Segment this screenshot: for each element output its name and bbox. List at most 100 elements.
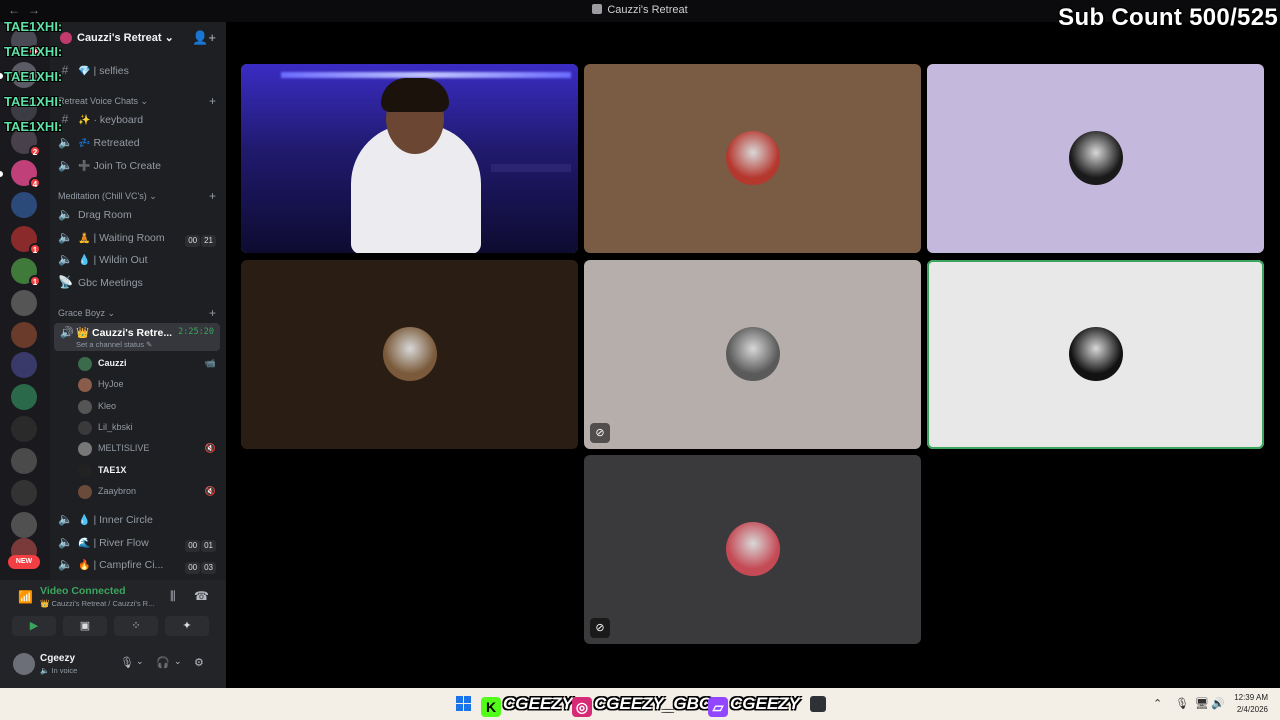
channel-waiting-room[interactable]: 🔈 🧘 | Waiting Room 00 21 <box>56 227 220 247</box>
server-icon[interactable]: 1 <box>11 258 41 287</box>
voice-member[interactable]: TAE1X <box>76 461 216 481</box>
user-status: 🔈 In voice <box>40 666 78 675</box>
video-tile[interactable] <box>927 64 1264 253</box>
username[interactable]: Cgeezy <box>40 653 75 664</box>
server-icon[interactable] <box>11 290 37 316</box>
channel-join-to-create[interactable]: 🔈 ➕ Join To Create <box>56 155 220 175</box>
server-icon[interactable] <box>11 384 37 410</box>
chevron-up-icon[interactable]: ⌃ <box>1153 697 1162 710</box>
active-channel-name: 👑 Cauzzi's Retre... <box>76 327 173 339</box>
mention-badge: 1 <box>29 243 41 255</box>
channel-emoji-icon: 💧 <box>78 515 91 526</box>
unread-pill <box>0 171 3 177</box>
video-tile[interactable] <box>584 64 921 253</box>
twitch-logo-icon: ▱ <box>708 697 728 717</box>
microphone-icon[interactable]: 🎙 <box>1175 697 1189 710</box>
volume-icon[interactable]: 🔊 <box>1211 697 1225 710</box>
avatar <box>78 463 92 478</box>
disconnect-icon[interactable]: ☎ <box>194 589 209 603</box>
screen-share-button[interactable]: ▣ <box>63 616 107 636</box>
voice-channel-icon: 🔈 <box>58 230 73 244</box>
video-tile[interactable]: ⊘ <box>584 455 921 644</box>
add-channel-icon[interactable]: + <box>209 94 216 108</box>
camera-off-icon: ⊘ <box>590 618 610 638</box>
video-tile[interactable]: ⊘ <box>584 260 921 449</box>
video-camera-icon: 📹 <box>204 358 216 368</box>
voice-member[interactable]: HyJoe <box>76 375 216 395</box>
network-icon[interactable]: 🖥 <box>1195 697 1209 710</box>
muted-icon: 🔇 <box>204 485 216 496</box>
signal-icon[interactable]: 📶 <box>18 590 33 604</box>
video-tile-camera[interactable] <box>241 64 578 253</box>
channel-drag-room[interactable]: 🔈 Drag Room <box>56 204 220 224</box>
windows-start-icon[interactable] <box>456 696 471 711</box>
channel-status[interactable]: Set a channel status ✎ <box>76 340 152 349</box>
camera-button[interactable]: ▶ <box>12 616 56 636</box>
microphone-icon[interactable]: 🎙 <box>120 656 134 669</box>
category-grace-boyz[interactable]: Grace Boyz ⌄ + <box>58 306 218 320</box>
server-icon[interactable]: 1 <box>11 226 41 255</box>
activities-button[interactable]: ⁘ <box>114 616 158 636</box>
server-icon[interactable]: 4 <box>11 160 41 189</box>
video-tile[interactable] <box>241 260 578 449</box>
voice-channel-icon: 🔈 <box>58 512 73 526</box>
server-header[interactable]: Cauzzi's Retreat ⌄ 👤+ <box>50 26 226 50</box>
avatar[interactable] <box>13 653 35 675</box>
channel-emoji-icon: ✨ <box>78 115 91 126</box>
channel-retreated[interactable]: 🔈 💤 Retreated <box>56 132 220 152</box>
headphones-icon[interactable]: 🎧 <box>156 656 170 669</box>
add-channel-icon[interactable]: + <box>209 189 216 203</box>
channel-keyboard[interactable]: # ✨ · keyboard <box>56 109 220 129</box>
add-channel-icon[interactable]: + <box>209 306 216 320</box>
settings-gear-icon[interactable]: ⚙ <box>194 656 204 669</box>
participant-avatar <box>383 327 437 381</box>
category-meditation[interactable]: Meditation (Chill VC's) ⌄ + <box>58 189 218 203</box>
channel-emoji-icon: ➕ <box>78 161 91 172</box>
taskbar: K CGEEZY ◎ CGEEZY_GBC ▱ CGEEZY ⌃ 🎙 🖥 🔊 12:3… <box>0 688 1280 720</box>
invite-people-icon[interactable]: 👤+ <box>192 30 216 46</box>
server-icon[interactable] <box>11 480 37 506</box>
twitch-handle: ▱ CGEEZY <box>708 692 800 717</box>
soundboard-button[interactable]: ✦ <box>165 616 209 636</box>
voice-status[interactable]: Video Connected <box>40 585 126 597</box>
voice-member[interactable]: Kleo <box>76 397 216 417</box>
server-icon[interactable] <box>11 192 37 218</box>
instagram-handle: ◎ CGEEZY_GBC <box>572 692 711 717</box>
channel-inner-circle[interactable]: 🔈 💧 | Inner Circle <box>56 509 220 529</box>
voice-member[interactable]: Lil_kbski <box>76 418 216 438</box>
channel-sidebar: Cauzzi's Retreat ⌄ 👤+ # 💎 | selfies Retrea… <box>50 22 226 580</box>
channel-gbc-meetings[interactable]: 📡 Gbc Meetings <box>56 272 220 292</box>
channel-campfire[interactable]: 🔈 🔥 | Campfire Ci... 00 03 <box>56 554 220 574</box>
channel-selfies[interactable]: # 💎 | selfies <box>56 60 220 80</box>
system-clock[interactable]: 12:39 AM 2/4/2026 <box>1234 692 1268 716</box>
server-icon[interactable] <box>11 322 37 348</box>
chat-overlay-tag: TAE1XHI: <box>4 69 63 84</box>
channel-river-flow[interactable]: 🔈 🌊 | River Flow 00 01 <box>56 532 220 552</box>
server-icon[interactable] <box>11 512 37 538</box>
category-retreat[interactable]: Retreat Voice Chats ⌄ + <box>58 94 218 108</box>
channel-emoji-icon: 💧 <box>78 255 91 266</box>
video-tile[interactable] <box>927 260 1264 449</box>
taskbar-app-icon[interactable] <box>810 696 826 712</box>
chevron-down-icon[interactable]: ⌄ <box>174 656 182 667</box>
member-name: TAE1X <box>98 464 127 475</box>
server-icon[interactable] <box>11 416 37 442</box>
channel-wildin-out[interactable]: 🔈 💧 | Wildin Out <box>56 249 220 269</box>
chevron-down-icon[interactable]: ⌄ <box>136 656 144 667</box>
participant-avatar <box>726 522 780 576</box>
chat-overlay-tag: TAE1XHI: <box>4 119 63 134</box>
voice-member[interactable]: MELTISLIVE 🔇 <box>76 439 216 459</box>
mention-badge: 1 <box>29 275 41 287</box>
channel-cauzzis-retreat-active[interactable]: 🔊 👑 Cauzzi's Retre... Set a channel stat… <box>54 323 220 351</box>
voice-member[interactable]: Zaaybron 🔇 <box>76 482 216 502</box>
voice-member[interactable]: Cauzzi 📹 <box>76 354 216 374</box>
chat-overlay-tag: TAE1XHI: <box>4 94 63 109</box>
noise-suppression-icon[interactable]: ⫼ <box>170 589 176 604</box>
voice-location[interactable]: 👑 Cauzzi's Retreat / Cauzzi's R... <box>40 599 154 608</box>
shelf <box>491 164 571 172</box>
kick-logo-icon: K <box>481 697 501 717</box>
server-icon[interactable] <box>11 448 37 474</box>
server-icon[interactable] <box>11 352 37 378</box>
voice-connection-panel: 📶 Video Connected 👑 Cauzzi's Retreat / C… <box>6 580 220 638</box>
channel-emoji-icon: 🌊 <box>78 538 91 549</box>
